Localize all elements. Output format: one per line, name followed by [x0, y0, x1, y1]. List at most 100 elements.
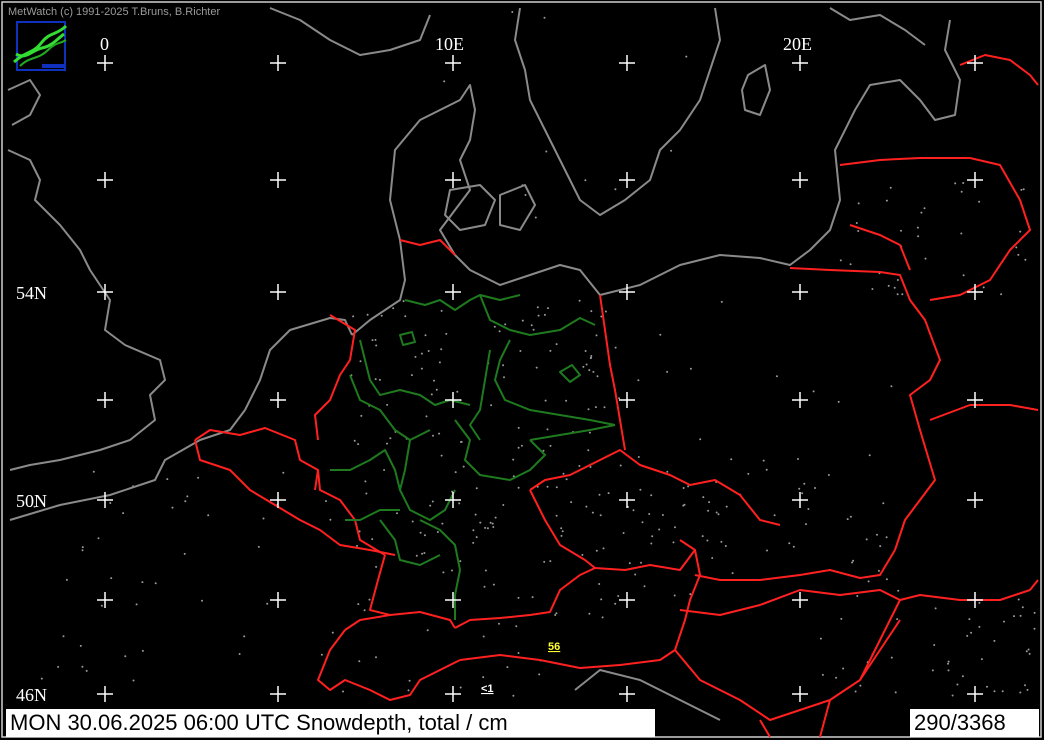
station-dot — [659, 333, 662, 336]
state-border-bayern-bw — [419, 519, 461, 620]
station-dot — [81, 549, 84, 552]
station-dot — [402, 300, 405, 303]
grid-cross — [619, 592, 635, 608]
station-dot — [503, 376, 505, 379]
state-border-bremen — [399, 331, 416, 346]
station-dot — [970, 631, 973, 634]
station-dot — [498, 330, 501, 333]
station-dot — [634, 573, 637, 576]
station-dot — [536, 306, 539, 309]
station-dot — [1024, 258, 1027, 261]
lat-label-46n: 46N — [16, 685, 47, 705]
station-dot — [555, 486, 558, 489]
station-dot — [530, 324, 533, 327]
station-dot — [993, 639, 996, 642]
station-dot — [97, 537, 100, 540]
border-austria-south — [459, 649, 676, 669]
grid-cross — [792, 392, 808, 408]
map-border — [1, 1, 1042, 738]
station-dot — [378, 378, 381, 381]
station-dot — [578, 299, 581, 302]
station-dot — [515, 625, 518, 628]
map-canvas[interactable]: 0 10E 20E 54N 50N 46N 56 <1 — [0, 0, 1044, 740]
station-dot — [429, 504, 432, 507]
station-dot — [531, 596, 534, 599]
grid-cross — [792, 55, 808, 71]
station-dot — [1017, 598, 1020, 601]
station-dot — [599, 514, 602, 517]
border-belgium-france — [194, 427, 319, 491]
border-hungary — [679, 589, 1031, 616]
station-dot — [717, 513, 720, 516]
station-dot — [570, 501, 573, 504]
station-dot — [512, 694, 515, 697]
border-switzerland-south — [317, 614, 461, 701]
station-dot — [420, 367, 423, 370]
station-dot — [887, 284, 890, 287]
grid-cross — [97, 686, 113, 702]
grid-cross — [445, 392, 461, 408]
station-dot — [639, 488, 642, 491]
station-dot — [711, 557, 714, 559]
station-dot — [396, 512, 398, 515]
station-dot — [459, 560, 462, 563]
station-dot — [807, 508, 810, 510]
station-dot — [366, 313, 369, 316]
station-dot — [857, 202, 860, 205]
border-balkans — [759, 699, 831, 738]
grid-cross — [445, 592, 461, 608]
coastline-norway — [269, 7, 431, 56]
station-dot — [132, 679, 135, 682]
grid-cross — [967, 284, 983, 300]
station-dot — [368, 598, 371, 601]
snowdepth-value-56[interactable]: 56 — [548, 641, 560, 653]
station-dot — [493, 325, 496, 328]
station-dot — [109, 502, 112, 504]
station-dot — [358, 660, 361, 663]
station-dot — [960, 232, 963, 235]
station-dot — [896, 279, 899, 281]
station-dot — [604, 310, 607, 313]
station-dot — [947, 669, 950, 672]
border-poland-kaliningrad — [849, 224, 911, 271]
station-dot — [641, 521, 644, 524]
station-dot — [1026, 688, 1029, 691]
station-dot — [590, 310, 593, 313]
station-dot — [81, 665, 84, 668]
station-dot — [65, 578, 68, 581]
state-border-bw-north — [379, 519, 441, 566]
state-border-schleswig — [404, 294, 521, 311]
border-norway-sweden — [959, 54, 1039, 86]
station-dot — [171, 506, 174, 509]
station-dot — [549, 349, 552, 352]
station-dot — [545, 150, 548, 153]
metwatch-logo-icon — [12, 21, 68, 71]
station-dot — [584, 179, 587, 182]
station-dot — [549, 444, 552, 447]
station-dot — [643, 585, 646, 588]
snowdepth-value-lt1[interactable]: <1 — [481, 683, 494, 695]
lat-lon-grid — [97, 55, 983, 702]
grid-cross — [619, 492, 635, 508]
station-dot — [651, 535, 654, 538]
coastlines — [7, 7, 961, 721]
station-dot — [1028, 652, 1031, 655]
station-dot — [207, 514, 210, 517]
station-dot — [961, 675, 964, 678]
station-dot — [602, 547, 605, 550]
station-dot — [1027, 648, 1030, 651]
station-dot — [876, 533, 878, 536]
station-dot — [798, 487, 801, 490]
station-dot — [517, 486, 520, 489]
state-border-brandenburg — [494, 339, 616, 426]
station-counter: 290/3368 — [910, 709, 1039, 737]
station-dot — [427, 350, 430, 352]
station-dot — [978, 200, 981, 203]
station-dot — [404, 315, 407, 318]
station-dot — [648, 513, 651, 515]
station-dot — [747, 472, 750, 475]
station-dot — [699, 438, 702, 441]
country-borders — [194, 54, 1039, 738]
station-dot — [407, 689, 410, 692]
station-dot — [617, 595, 620, 597]
